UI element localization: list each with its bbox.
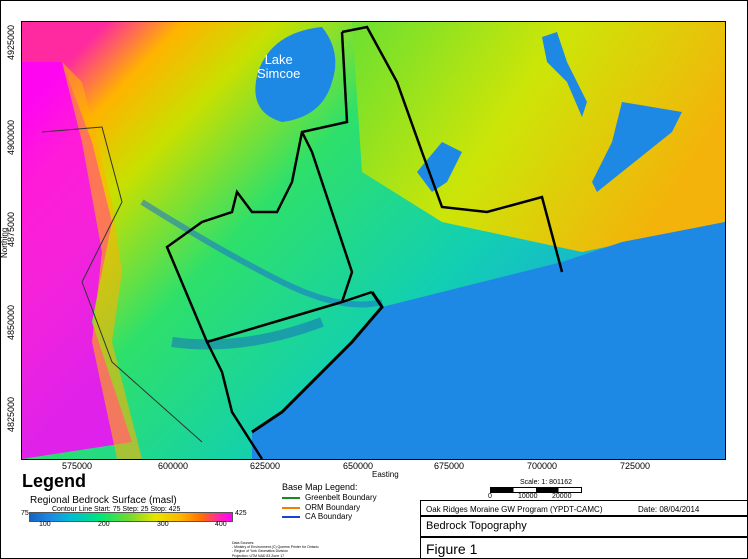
x-tick-575000: 575000 [62,461,93,471]
x-tick-700000: 700000 [527,461,558,471]
greenbelt-swatch [282,496,300,499]
legend-item-ca: CA Boundary [282,512,352,521]
x-tick-650000: 650000 [343,461,374,471]
x-axis-title: Easting [372,470,399,479]
x-tick-625000: 625000 [250,461,281,471]
x-tick-725000: 725000 [620,461,651,471]
ramp-min-label: 75 [21,510,29,517]
legend-subtitle: Regional Bedrock Surface (masl) [30,495,177,506]
legend-item-orm: ORM Boundary [282,503,360,512]
legend-title: Legend [22,471,87,491]
x-tick-675000: 675000 [434,461,465,471]
scale-tick-10000: 10000 [518,493,538,500]
ramp-tick-200: 200 [98,521,110,528]
x-tick-600000: 600000 [158,461,189,471]
legend-item-greenbelt: Greenbelt Boundary [282,493,377,502]
y-axis-title: Northing [0,227,9,258]
y-tick-4825000: 4825000 [6,396,16,432]
elevation-color-ramp [29,512,233,522]
y-tick-4850000: 4850000 [6,304,16,340]
program-name: Oak Ridges Moraine GW Program (YPDT-CAMC… [426,505,603,514]
ramp-tick-400: 400 [215,521,227,528]
map-svg [22,22,725,459]
ca-swatch [282,515,300,518]
data-sources-note: Data Sources: - Ministry of Environment … [232,541,319,558]
ramp-tick-300: 300 [157,521,169,528]
scale-tick-20000: 20000 [552,493,572,500]
figure-title: Bedrock Topography [426,520,527,532]
scale-tick-0: 0 [488,493,492,500]
orm-swatch [282,506,300,509]
y-tick-4900000: 4900000 [6,119,16,155]
figure-date: Date: 08/04/2014 [638,505,700,514]
y-tick-4925000: 4925000 [6,24,16,60]
scale-label: Scale: 1: 801162 [520,479,573,486]
lake-simcoe-label: Lake Simcoe [257,52,301,81]
bedrock-map[interactable] [21,21,726,460]
ramp-tick-100: 100 [39,521,51,528]
ramp-max-label: 425 [235,510,247,517]
base-map-legend-title: Base Map Legend: [282,482,358,492]
figure-number: Figure 1 [426,541,478,557]
